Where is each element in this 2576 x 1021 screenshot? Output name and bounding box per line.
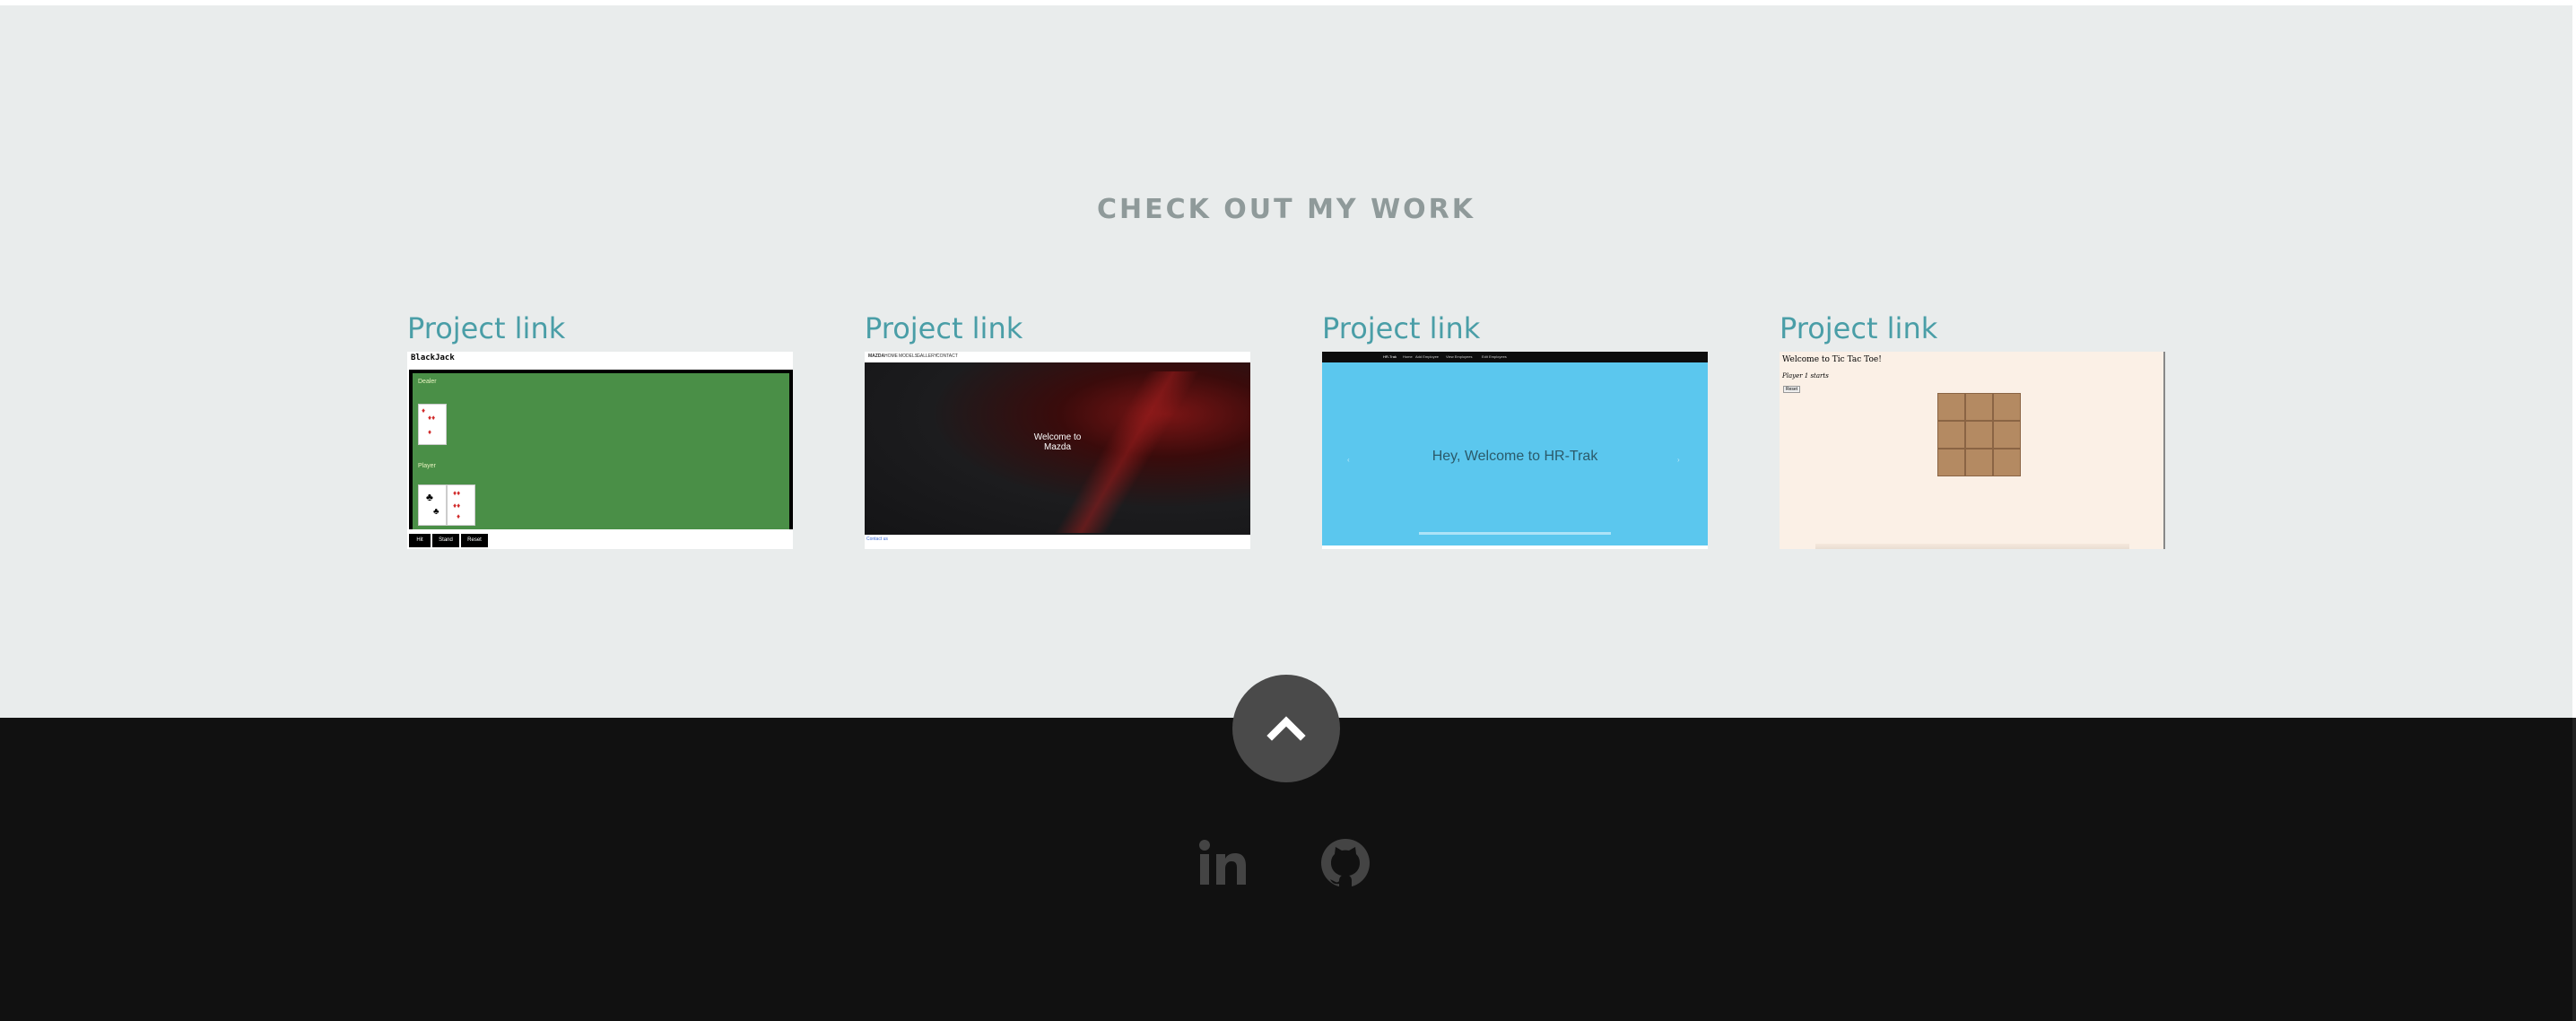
github-icon: [1321, 839, 1370, 888]
hero-welcome: Hey, Welcome to HR-Trak: [1432, 449, 1598, 464]
hero-welcome: Welcome to Mazda: [1033, 432, 1082, 452]
project-thumbnail[interactable]: HR-Trak Home Add Employee View Employees…: [1322, 352, 1708, 549]
footer-link: Contact us: [866, 537, 888, 542]
hit-button: Hit: [409, 534, 431, 547]
preview-title: Welcome to Tic Tac Toe!: [1782, 355, 1882, 364]
scroll-to-top-button[interactable]: [1232, 675, 1340, 782]
footer-strip: [1419, 532, 1611, 535]
dealer-card: ♦ ♦♦ ♦: [418, 404, 447, 445]
section-title: CHECK OUT MY WORK: [1096, 193, 1476, 225]
player-label: Player: [418, 463, 436, 469]
dealer-label: Dealer: [418, 379, 437, 385]
game-table: Dealer ♦ ♦♦ ♦ Player ♣ ♣ ♦♦ ♦♦ ♦: [409, 370, 793, 534]
chevron-up-icon: [1266, 716, 1306, 741]
project-card-hrtrak: Project link HR-Trak Home Add Employee V…: [1322, 309, 1708, 549]
stand-button: Stand: [432, 534, 459, 547]
portfolio-section: CHECK OUT MY WORK Project link BlackJack…: [0, 5, 2576, 718]
linkedin-link[interactable]: [1197, 836, 1250, 890]
project-link[interactable]: Project link: [407, 309, 793, 352]
project-link[interactable]: Project link: [1780, 309, 2165, 352]
preview-nav: HR-Trak Home Add Employee View Employees…: [1322, 352, 1708, 362]
github-link[interactable]: [1318, 836, 1372, 890]
project-card-blackjack: Project link BlackJack Dealer ♦ ♦♦ ♦ Playe…: [407, 309, 793, 549]
reset-button: Reset: [1783, 386, 1801, 393]
reset-button: Reset: [461, 534, 488, 547]
linkedin-icon: [1199, 840, 1246, 885]
project-thumbnail[interactable]: MAZDA HOME MODELS GALLERY CONTACT Welcom…: [865, 352, 1250, 549]
project-card-mazda: Project link MAZDA HOME MODELS GALLERY C…: [865, 309, 1250, 549]
preview-title: BlackJack: [411, 353, 455, 362]
project-link[interactable]: Project link: [1322, 309, 1708, 352]
player-card: ♣ ♣: [418, 484, 447, 526]
project-thumbnail[interactable]: BlackJack Dealer ♦ ♦♦ ♦ Player ♣ ♣ ♦♦ ♦♦ ♦ Hi…: [407, 352, 793, 549]
project-link[interactable]: Project link: [865, 309, 1250, 352]
game-status: Player 1 starts: [1782, 372, 1829, 380]
player-card: ♦♦ ♦♦ ♦: [447, 484, 475, 526]
game-board: [1937, 393, 2021, 476]
project-thumbnail[interactable]: Welcome to Tic Tac Toe! Player 1 starts …: [1780, 352, 2165, 549]
project-card-tictactoe: Project link Welcome to Tic Tac Toe! Pla…: [1780, 309, 2165, 549]
preview-nav: MAZDA HOME MODELS GALLERY CONTACT: [865, 352, 1250, 362]
decorative-shadow: [1815, 544, 2129, 549]
